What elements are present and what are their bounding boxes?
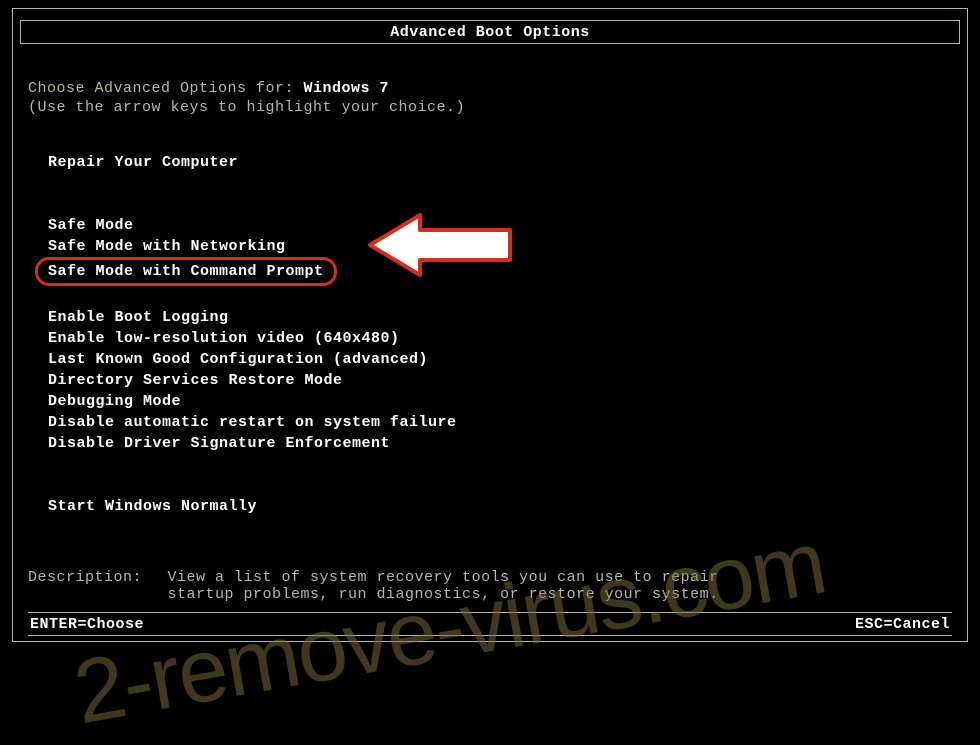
menu-item-last-known[interactable]: Last Known Good Configuration (advanced) bbox=[48, 349, 428, 370]
menu-item-safe-mode-networking[interactable]: Safe Mode with Networking bbox=[48, 236, 286, 257]
footer-enter: ENTER=Choose bbox=[30, 616, 144, 633]
footer-bar: ENTER=Choose ESC=Cancel bbox=[28, 612, 952, 636]
menu-item-low-res[interactable]: Enable low-resolution video (640x480) bbox=[48, 328, 400, 349]
description-label: Description: bbox=[28, 569, 158, 586]
choose-prefix: Choose Advanced Options for: bbox=[28, 80, 304, 97]
menu-item-debugging[interactable]: Debugging Mode bbox=[48, 391, 181, 412]
boot-menu[interactable]: Repair Your Computer Safe Mode Safe Mode… bbox=[48, 152, 952, 517]
title-bar: Advanced Boot Options bbox=[20, 20, 960, 44]
hint-line: (Use the arrow keys to highlight your ch… bbox=[28, 99, 952, 116]
os-name: Windows 7 bbox=[304, 80, 390, 97]
choose-line: Choose Advanced Options for: Windows 7 bbox=[28, 80, 952, 97]
description-text: View a list of system recovery tools you… bbox=[168, 569, 728, 603]
menu-item-repair[interactable]: Repair Your Computer bbox=[48, 152, 238, 173]
description-block: Description: View a list of system recov… bbox=[28, 569, 952, 603]
menu-item-safe-mode[interactable]: Safe Mode bbox=[48, 215, 134, 236]
menu-item-disable-driver-sig[interactable]: Disable Driver Signature Enforcement bbox=[48, 433, 390, 454]
menu-item-boot-logging[interactable]: Enable Boot Logging bbox=[48, 307, 229, 328]
menu-item-ds-restore[interactable]: Directory Services Restore Mode bbox=[48, 370, 343, 391]
menu-item-disable-restart[interactable]: Disable automatic restart on system fail… bbox=[48, 412, 457, 433]
footer-esc: ESC=Cancel bbox=[855, 616, 950, 633]
content-area: Choose Advanced Options for: Windows 7 (… bbox=[28, 80, 952, 603]
menu-item-start-normal[interactable]: Start Windows Normally bbox=[48, 496, 257, 517]
menu-item-safe-mode-cmd[interactable]: Safe Mode with Command Prompt bbox=[35, 257, 337, 286]
title-text: Advanced Boot Options bbox=[390, 24, 590, 41]
